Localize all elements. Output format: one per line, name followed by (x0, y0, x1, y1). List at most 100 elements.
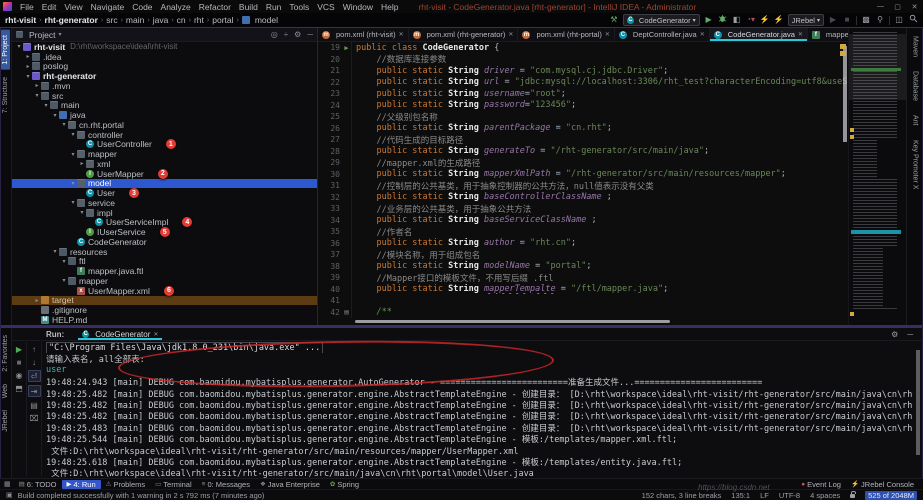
menu-code[interactable]: Code (128, 2, 156, 12)
memory-indicator[interactable]: 525 of 2048M (865, 491, 917, 500)
chevron-right-icon[interactable]: ▸ (24, 53, 32, 60)
tab-pom.xml-rht-portal-[interactable]: mpom.xml (rht-portal)✕ (518, 28, 614, 41)
menu-tools[interactable]: Tools (285, 2, 313, 12)
minimap-viewport[interactable] (849, 34, 906, 100)
hide-panel-icon[interactable]: ─ (907, 330, 913, 339)
tree-item-src[interactable]: ▾src (12, 91, 317, 101)
stripe-2-favorites[interactable]: 2: Favorites (1, 330, 10, 377)
tool-window-button-problems[interactable]: ⚠Problems (101, 480, 151, 489)
tool-window-button-terminal[interactable]: ▭Terminal (150, 480, 197, 489)
close-icon[interactable]: ✕ (153, 331, 158, 338)
open-project-icon[interactable]: ▩ (861, 15, 871, 25)
tree-item-controller[interactable]: ▾controller (12, 130, 317, 140)
stripe-web[interactable]: Web (1, 379, 10, 403)
tree-item-impl[interactable]: ▾impl (12, 208, 317, 218)
tree-item-usermapper[interactable]: IUserMapper2 (12, 169, 317, 179)
gear-icon[interactable]: ⚙ (891, 330, 898, 339)
run-gutter-icon[interactable]: ▶ (342, 42, 352, 54)
tree-item-rht-generator[interactable]: ▾rht-generator (12, 71, 317, 81)
tab-pom.xml-rht-generator-[interactable]: mpom.xml (rht-generator)✕ (409, 28, 519, 41)
chevron-down-icon[interactable]: ▾ (69, 180, 77, 187)
tree-item-resources[interactable]: ▾resources (12, 247, 317, 257)
collapse-all-icon[interactable]: ÷ (284, 30, 288, 39)
vertical-scrollbar[interactable] (843, 46, 847, 142)
rerun-disabled-button[interactable]: ▶ (828, 15, 838, 25)
close-icon[interactable]: ✕ (798, 31, 803, 38)
coverage-button[interactable]: ◧ (732, 15, 742, 25)
maximize-button[interactable]: ▢ (889, 3, 906, 11)
menu-file[interactable]: File (16, 2, 38, 12)
breadcrumb-item-java[interactable]: java (153, 15, 169, 25)
tree-item-userserviceimpl[interactable]: CUserServiceImpl4 (12, 218, 317, 228)
console-scrollbar[interactable] (916, 350, 920, 455)
menu-edit[interactable]: Edit (38, 2, 61, 12)
jrebel-select[interactable]: JRebel ▾ (788, 14, 824, 26)
print-icon[interactable]: ▤ (29, 400, 40, 410)
chevron-down-icon[interactable]: ▾ (69, 199, 77, 206)
tree-item-rht-visit[interactable]: ▾rht-visitD:\rht\workspace\ideal\rht-vis… (12, 42, 317, 52)
menu-help[interactable]: Help (377, 2, 402, 12)
horizontal-scrollbar[interactable] (355, 320, 670, 323)
tool-window-button-jrebel-console[interactable]: ⚡JRebel Console (846, 480, 919, 489)
menu-refactor[interactable]: Refactor (195, 2, 235, 12)
hide-panel-icon[interactable]: ─ (307, 30, 313, 39)
tool-window-button-spring[interactable]: ✿Spring (325, 480, 364, 489)
tree-item-iuserservice[interactable]: IIUserService5 (12, 227, 317, 237)
locate-file-icon[interactable]: ◎ (271, 30, 278, 39)
gear-icon[interactable]: ⚙ (294, 30, 301, 39)
close-icon[interactable]: ✕ (700, 31, 705, 38)
tree-item-main[interactable]: ▾main (12, 101, 317, 111)
breadcrumb-item-rht-visit[interactable]: rht-visit (5, 15, 36, 25)
chevron-right-icon[interactable]: ▸ (33, 297, 41, 304)
chevron-down-icon[interactable]: ▾ (60, 277, 68, 284)
chevron-down-icon[interactable]: ▾ (33, 92, 41, 99)
tree-item-.mvn[interactable]: ▸.mvn (12, 81, 317, 91)
pin-icon[interactable]: ⬒ (14, 383, 25, 393)
profiler-button[interactable]: ◔▾ (746, 15, 756, 25)
tree-item-target[interactable]: ▸target (12, 296, 317, 306)
tree-item-usercontroller[interactable]: CUserController1 (12, 140, 317, 150)
stop-icon[interactable]: ■ (14, 357, 25, 367)
menu-vcs[interactable]: VCS (313, 2, 338, 12)
menu-window[interactable]: Window (339, 2, 377, 12)
tab-deptcontroller.java[interactable]: CDeptController.java✕ (615, 28, 710, 41)
clear-icon[interactable]: ⌧ (29, 413, 40, 423)
stripe-maven[interactable]: Maven (911, 30, 920, 63)
breadcrumb-item-rht-generator[interactable]: rht-generator (45, 15, 98, 25)
code-editor[interactable]: 19▶public class CodeGenerator {20 //数据库连… (318, 42, 848, 325)
chevron-down-icon[interactable]: ▾ (60, 121, 68, 128)
stripe-database[interactable]: Database (911, 65, 920, 107)
rerun-icon[interactable]: ▶ (14, 344, 25, 354)
indent-setting[interactable]: 4 spaces (810, 491, 840, 500)
tree-item-user[interactable]: CUser3 (12, 188, 317, 198)
stripe-jrebel[interactable]: JRebel (1, 405, 10, 437)
chevron-right-icon[interactable]: ▸ (24, 63, 32, 70)
tree-item-xml[interactable]: ▸xml (12, 159, 317, 169)
tree-item-service[interactable]: ▾service (12, 198, 317, 208)
code-minimap[interactable] (848, 28, 906, 325)
debug-button[interactable] (718, 14, 728, 26)
run-tab[interactable]: C CodeGenerator ✕ (78, 328, 162, 340)
tab-codegenerator.java[interactable]: CCodeGenerator.java✕ (710, 28, 808, 41)
tool-window-switcher-icon[interactable]: ▦ (4, 480, 14, 488)
soft-wrap-icon[interactable]: ⏎ (28, 370, 41, 382)
tree-item-.idea[interactable]: ▸.idea (12, 52, 317, 62)
stripe-1-project[interactable]: 1: Project (1, 30, 10, 70)
tree-item-model[interactable]: ▾model (12, 179, 317, 189)
breadcrumb-item-main[interactable]: main (126, 15, 144, 25)
chevron-down-icon[interactable]: ▾ (42, 102, 50, 109)
tree-item-java[interactable]: ▾java (12, 110, 317, 120)
screenshot-icon[interactable]: ◉ (14, 370, 25, 380)
tool-window-button-6-todo[interactable]: ▤6: TODO (14, 480, 62, 489)
chevron-down-icon[interactable]: ▾ (60, 258, 68, 265)
chevron-down-icon[interactable]: ▾ (15, 43, 23, 50)
tree-item-help.md[interactable]: MHELP.md (12, 315, 317, 325)
tool-window-button-event-log[interactable]: ●Event Log (796, 480, 846, 489)
build-hammer-icon[interactable]: ⚒ (609, 15, 619, 25)
close-icon[interactable]: ✕ (399, 31, 404, 38)
tree-item-mapper.java.ftl[interactable]: fmapper.java.ftl (12, 266, 317, 276)
tree-item-poslog[interactable]: ▸poslog (12, 62, 317, 72)
menu-build[interactable]: Build (235, 2, 262, 12)
minimize-button[interactable]: — (872, 3, 889, 11)
chevron-down-icon[interactable]: ▾ (58, 31, 61, 38)
